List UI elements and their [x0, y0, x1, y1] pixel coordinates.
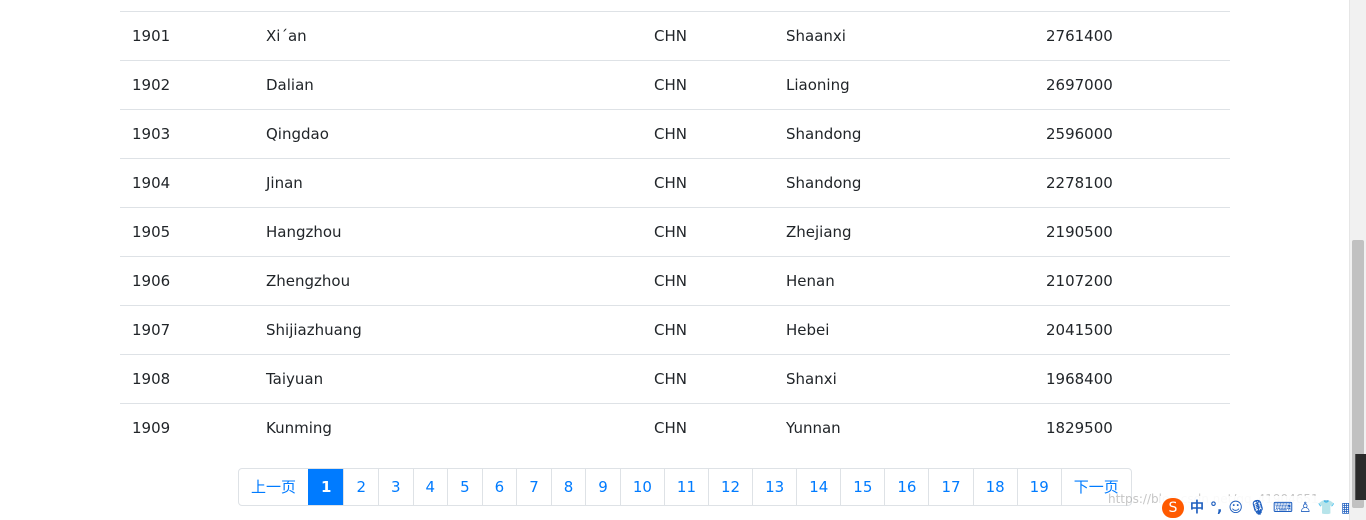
page-4-link[interactable]: 4 — [412, 469, 448, 505]
cell-country-code: CHN — [654, 272, 687, 290]
page-17-link[interactable]: 17 — [928, 469, 972, 505]
table-row: 1901 Xi´an CHN Shaanxi 2761400 — [120, 12, 1230, 61]
cell-country-code: CHN — [654, 321, 687, 339]
cell-name: Dalian — [266, 76, 314, 94]
cell-population: 2278100 — [1046, 174, 1113, 192]
ime-side-handle[interactable] — [1355, 454, 1366, 500]
ime-toolbar: S 中 °, ☺ 🎙 ⌨ ♙ 👕 ▦ — [1160, 496, 1366, 520]
page-5-link[interactable]: 5 — [447, 469, 482, 505]
page-number-list: 1 2 3 4 5 6 7 8 9 10 11 12 13 14 15 16 17 18 19 — [308, 469, 1061, 505]
cell-district: Shandong — [786, 174, 862, 192]
table-row: 1903 Qingdao CHN Shandong 2596000 — [120, 110, 1230, 159]
page-18-link[interactable]: 18 — [972, 469, 1017, 505]
cell-population: 2041500 — [1046, 321, 1113, 339]
cell-name: Kunming — [266, 419, 332, 437]
prev-page-button[interactable]: 上一页 — [239, 469, 308, 505]
cell-country-code: CHN — [654, 370, 687, 388]
cell-district: Shaanxi — [786, 27, 846, 45]
table-row: 1904 Jinan CHN Shandong 2278100 — [120, 159, 1230, 208]
cell-name: Zhengzhou — [266, 272, 351, 290]
punctuation-toggle[interactable]: °, — [1210, 497, 1222, 519]
cell-district: Shanxi — [786, 370, 837, 388]
table-row: 1905 Hangzhou CHN Zhejiang 2190500 — [120, 208, 1230, 257]
cell-id: 1903 — [132, 125, 171, 143]
cell-population: 2761400 — [1046, 27, 1113, 45]
cell-id: 1907 — [132, 321, 171, 339]
cell-name: Qingdao — [266, 125, 329, 143]
cell-district: Shandong — [786, 125, 862, 143]
microphone-icon[interactable]: 🎙 — [1249, 497, 1267, 519]
cell-country-code: CHN — [654, 76, 687, 94]
cell-name: Xi´an — [266, 27, 307, 45]
cell-population: 1829500 — [1046, 419, 1113, 437]
cell-district: Zhejiang — [786, 223, 852, 241]
page-15-link[interactable]: 15 — [840, 469, 884, 505]
page-7-link[interactable]: 7 — [516, 469, 551, 505]
smile-icon[interactable]: ☺ — [1228, 497, 1243, 519]
cell-population: 2596000 — [1046, 125, 1113, 143]
page: 1901 Xi´an CHN Shaanxi 2761400 1902 Dalian CHN L… — [0, 0, 1366, 520]
table-body: 1901 Xi´an CHN Shaanxi 2761400 1902 Dalian CHN L… — [120, 12, 1230, 452]
cell-country-code: CHN — [654, 174, 687, 192]
page-2-link[interactable]: 2 — [343, 469, 378, 505]
table-row: 1906 Zhengzhou CHN Henan 2107200 — [120, 257, 1230, 306]
cell-id: 1908 — [132, 370, 171, 388]
table-row: 1909 Kunming CHN Yunnan 1829500 — [120, 404, 1230, 452]
table-row: 1907 Shijiazhuang CHN Hebei 2041500 — [120, 306, 1230, 355]
table-top-row-edge — [120, 0, 1230, 12]
city-table: 1901 Xi´an CHN Shaanxi 2761400 1902 Dalian CHN L… — [120, 0, 1230, 452]
page-3-link[interactable]: 3 — [378, 469, 413, 505]
cell-id: 1902 — [132, 76, 171, 94]
page-1-link[interactable]: 1 — [308, 469, 344, 505]
page-11-link[interactable]: 11 — [663, 469, 708, 505]
cell-district: Henan — [786, 272, 835, 290]
cell-district: Hebei — [786, 321, 830, 339]
cell-district: Liaoning — [786, 76, 850, 94]
cell-name: Shijiazhuang — [266, 321, 362, 339]
cell-population: 2190500 — [1046, 223, 1113, 241]
keyboard-icon[interactable]: ⌨ — [1273, 497, 1293, 519]
cell-name: Jinan — [266, 174, 303, 192]
cell-id: 1905 — [132, 223, 171, 241]
page-8-link[interactable]: 8 — [550, 469, 586, 505]
page-13-link[interactable]: 13 — [752, 469, 796, 505]
page-12-link[interactable]: 12 — [708, 469, 752, 505]
language-toggle[interactable]: 中 — [1190, 497, 1204, 519]
page-19-link[interactable]: 19 — [1016, 469, 1061, 505]
cell-name: Taiyuan — [266, 370, 324, 388]
cell-name: Hangzhou — [266, 223, 342, 241]
page-9-link[interactable]: 9 — [585, 469, 620, 505]
person-icon[interactable]: ♙ — [1299, 497, 1312, 519]
cell-population: 2697000 — [1046, 76, 1113, 94]
cell-country-code: CHN — [654, 419, 687, 437]
page-14-link[interactable]: 14 — [796, 469, 840, 505]
vertical-scrollbar[interactable] — [1349, 0, 1366, 520]
page-16-link[interactable]: 16 — [884, 469, 928, 505]
cell-id: 1909 — [132, 419, 171, 437]
cell-population: 2107200 — [1046, 272, 1113, 290]
cell-country-code: CHN — [654, 27, 687, 45]
shirt-icon[interactable]: 👕 — [1318, 497, 1335, 519]
page-6-link[interactable]: 6 — [481, 469, 517, 505]
table-row: 1908 Taiyuan CHN Shanxi 1968400 — [120, 355, 1230, 404]
cell-id: 1904 — [132, 174, 171, 192]
cell-population: 1968400 — [1046, 370, 1113, 388]
page-10-link[interactable]: 10 — [619, 469, 664, 505]
table-row: 1902 Dalian CHN Liaoning 2697000 — [120, 61, 1230, 110]
cell-id: 1901 — [132, 27, 171, 45]
sogou-logo-icon[interactable]: S — [1162, 498, 1184, 518]
cell-country-code: CHN — [654, 125, 687, 143]
cell-country-code: CHN — [654, 223, 687, 241]
pagination: 上一页 1 2 3 4 5 6 7 8 9 10 11 12 13 14 15 16 17 18 19 下一页 — [238, 468, 1132, 506]
cell-id: 1906 — [132, 272, 171, 290]
cell-district: Yunnan — [786, 419, 841, 437]
